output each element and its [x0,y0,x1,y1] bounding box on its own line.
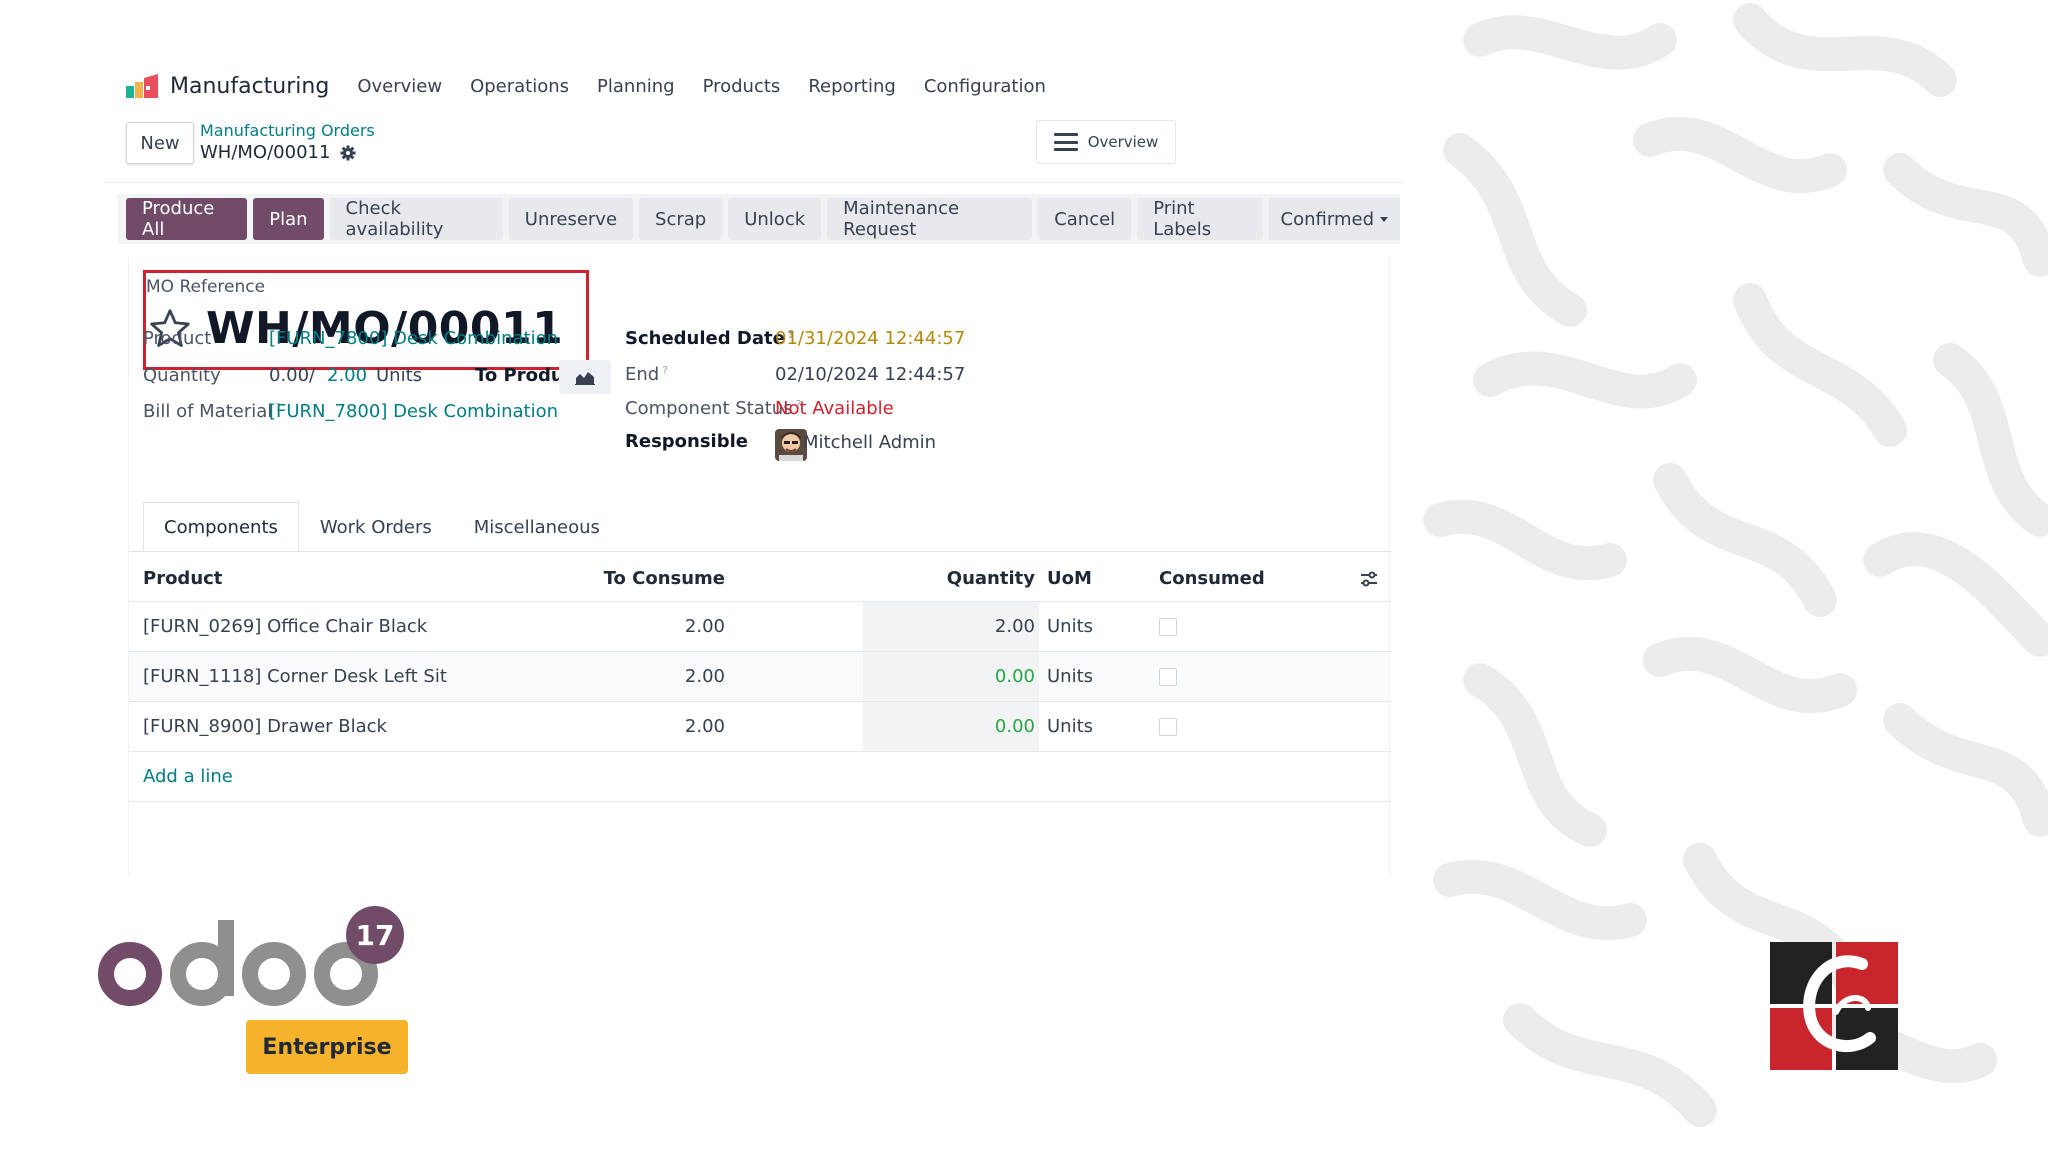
add-a-line-link[interactable]: Add a line [129,752,1391,802]
col-uom[interactable]: UoM [1047,568,1092,589]
version-badge: 17 [346,906,404,964]
quantity-separator: / [309,365,316,386]
produce-all-button[interactable]: Produce All [126,198,248,240]
decorative-background-pattern [1423,3,2048,1127]
row-product[interactable]: [FURN_8900] Drawer Black [143,716,387,737]
row-quantity[interactable]: 2.00 [995,616,1035,637]
quantity-label: Quantity [143,365,221,386]
breadcrumb-current-label: WH/MO/00011 [200,142,331,163]
nav-planning[interactable]: Planning [597,76,675,97]
app-name[interactable]: Manufacturing [170,74,329,99]
row-to-consume: 2.00 [684,666,725,687]
status-label: Confirmed [1280,208,1374,230]
consumed-checkbox[interactable] [1159,717,1177,736]
optional-columns-icon[interactable] [1359,570,1379,588]
mo-reference-highlight: MO Reference WH/MO/00011 [143,270,589,370]
tab-work-orders[interactable]: Work Orders [299,502,453,552]
bom-label: Bill of Material? [143,401,281,422]
row-quantity[interactable]: 0.00 [995,716,1035,737]
col-consumed[interactable]: Consumed [1159,568,1265,589]
col-product[interactable]: Product [143,568,222,589]
consumed-checkbox[interactable] [1159,667,1177,686]
bom-link[interactable]: [FURN_7800] Desk Combination [269,401,558,422]
odoo-app-window: Manufacturing Overview Operations Planni… [104,48,1414,888]
top-navbar: Manufacturing Overview Operations Planni… [124,66,1074,106]
nav-operations[interactable]: Operations [470,76,569,97]
tabs-divider [129,551,1391,552]
check-availability-button[interactable]: Check availability [329,198,503,240]
enterprise-badge: Enterprise [246,1020,408,1074]
brand-logo [1770,942,1898,1070]
print-labels-button[interactable]: Print Labels [1137,198,1263,240]
notebook-tabs: Components Work Orders Miscellaneous [143,502,621,552]
responsible-label: Responsible [625,431,748,452]
scrap-button[interactable]: Scrap [639,198,723,240]
maintenance-request-button[interactable]: Maintenance Request [827,198,1033,240]
form-sheet: MO Reference WH/MO/00011 Product [FURN_7… [128,256,1391,876]
new-button[interactable]: New [126,122,194,164]
product-link[interactable]: [FURN_7800] Desk Combination [269,328,558,349]
table-row[interactable]: [FURN_1118] Corner Desk Left Sit 2.00 0.… [129,652,1391,702]
scheduled-date-value[interactable]: 01/31/2024 12:44:57 [775,328,965,349]
manufacturing-app-icon[interactable] [124,72,160,100]
menu-icon [1053,133,1078,151]
quantity-produced[interactable]: 0.00 [269,365,309,386]
row-quantity[interactable]: 0.00 [995,666,1035,687]
nav-products[interactable]: Products [703,76,781,97]
nav-reporting[interactable]: Reporting [808,76,896,97]
row-uom: Units [1047,666,1094,687]
nav-overview[interactable]: Overview [357,76,442,97]
components-table: Product To Consume Quantity UoM Consumed… [129,556,1391,802]
row-to-consume: 2.00 [684,616,725,637]
plan-button[interactable]: Plan [253,198,324,240]
tab-miscellaneous[interactable]: Miscellaneous [453,502,621,552]
quantity-uom: Units [376,365,423,386]
product-label: Product [143,328,212,349]
component-status-label-text: Component Status [625,398,793,419]
row-uom: Units [1047,716,1094,737]
breadcrumb-current: WH/MO/00011 [200,142,356,163]
row-uom: Units [1047,616,1094,637]
nav-configuration[interactable]: Configuration [924,76,1046,97]
consumed-checkbox[interactable] [1159,617,1177,636]
area-chart-icon [575,372,595,385]
cancel-button[interactable]: Cancel [1038,198,1132,240]
caret-down-icon [1380,216,1388,222]
end-date-value[interactable]: 02/10/2024 12:44:57 [775,364,965,385]
table-header: Product To Consume Quantity UoM Consumed [129,556,1391,602]
responsible-value[interactable]: Mitchell Admin [803,432,936,453]
status-dropdown[interactable]: Confirmed [1268,198,1400,240]
component-status-value: Not Available [775,398,894,419]
tab-components[interactable]: Components [143,502,299,552]
help-icon[interactable]: ? [662,364,668,377]
forecast-report-button[interactable] [559,360,611,394]
col-to-consume[interactable]: To Consume [604,568,725,589]
scheduled-date-label: Scheduled Date? [625,328,794,349]
table-row[interactable]: [FURN_8900] Drawer Black 2.00 0.00 Units [129,702,1391,752]
row-product[interactable]: [FURN_1118] Corner Desk Left Sit [143,666,447,687]
unlock-button[interactable]: Unlock [728,198,822,240]
end-label-text: End [625,364,660,385]
table-row[interactable]: [FURN_0269] Office Chair Black 2.00 2.00… [129,602,1391,652]
end-label: End? [625,364,668,385]
breadcrumb-parent-link[interactable]: Manufacturing Orders [200,121,375,140]
overview-button-label: Overview [1087,133,1159,151]
gear-icon[interactable] [340,145,356,161]
col-quantity[interactable]: Quantity [947,568,1035,589]
control-panel-divider [104,182,1404,183]
action-statusbar: Produce All Plan Check availability Unre… [118,194,1400,244]
scheduled-date-label-text: Scheduled Date [625,328,785,349]
unreserve-button[interactable]: Unreserve [508,198,634,240]
bom-label-text: Bill of Material [143,401,273,422]
row-to-consume: 2.00 [684,716,725,737]
quantity-total[interactable]: 2.00 [327,365,367,386]
mo-reference-label: MO Reference [146,277,266,297]
row-product[interactable]: [FURN_0269] Office Chair Black [143,616,427,637]
overview-button[interactable]: Overview [1036,120,1176,164]
